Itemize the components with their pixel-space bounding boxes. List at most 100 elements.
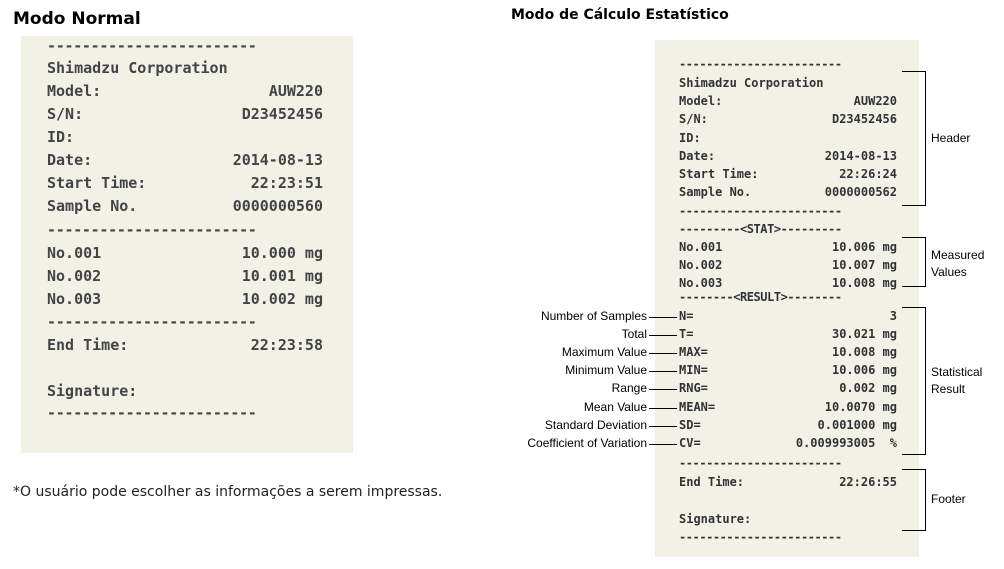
result-value: 10.008 mg (831, 345, 897, 359)
measurement-value: 10.002 mg (241, 290, 323, 308)
divider: ------------------------ (47, 404, 257, 422)
start-time-label: Start Time: (679, 167, 759, 181)
company-name: Shimadzu Corporation (47, 59, 228, 77)
divider: ------------------------ (47, 221, 257, 239)
annotation-range: Range (611, 381, 647, 395)
result-value: 3 (889, 309, 897, 323)
end-time-label: End Time: (47, 336, 129, 354)
annotation-leader (649, 317, 677, 318)
annotation-mean: Mean Value (583, 400, 647, 414)
normal-mode-heading: Modo Normal (13, 9, 141, 29)
result-code: SD= (679, 418, 701, 432)
result-code: MEAN= (679, 400, 716, 414)
date-value: 2014-08-13 (232, 151, 323, 169)
annotation-leader (649, 408, 677, 409)
sn-value: D23452456 (241, 105, 323, 123)
start-time-value: 22:26:24 (839, 167, 897, 181)
end-time-value: 22:26:55 (839, 475, 897, 489)
bracket-label-line: Measured (931, 248, 985, 262)
model-label: Model: (679, 94, 723, 108)
sample-no-value: 0000000562 (824, 185, 897, 199)
annotation-leader (649, 444, 677, 445)
annotation-leader (649, 335, 677, 336)
sample-no-label: Sample No. (679, 185, 752, 199)
statistical-result-bracket (902, 307, 926, 455)
signature-label: Signature: (679, 512, 752, 526)
footer-bracket-label: Footer (931, 492, 966, 506)
footer-bracket (902, 469, 926, 531)
divider: ------------------------ (679, 530, 842, 544)
result-value: 30.021 mg (831, 327, 897, 341)
result-value: 0.009993005 % (795, 436, 897, 450)
measurement-value: 10.008 mg (831, 276, 897, 290)
annotation-leader (649, 371, 677, 372)
start-time-value: 22:23:51 (250, 174, 323, 192)
measured-values-bracket-label: Measured Values (931, 247, 984, 281)
annotation-leader (649, 389, 677, 390)
bracket-label-line: Result (931, 381, 966, 396)
company-name: Shimadzu Corporation (679, 76, 824, 90)
result-code: MAX= (679, 345, 708, 359)
bracket-label-line: Statistical (931, 365, 983, 379)
result-code: N= (679, 309, 694, 323)
statistical-mode-printout: ------------------------ Shimadzu Corpor… (655, 40, 919, 557)
statistical-result-bracket-label: Statistical Result (931, 364, 982, 398)
sn-label: S/N: (679, 112, 708, 126)
result-value: 0.001000 mg (817, 418, 897, 432)
model-value: AUW220 (853, 94, 897, 108)
annotation-std-dev: Standard Deviation (544, 418, 647, 432)
statistical-mode-heading: Modo de Cálculo Estatístico (511, 7, 729, 23)
result-code: MIN= (679, 363, 708, 377)
annotation-total: Total (621, 327, 647, 341)
measurement-value: 10.001 mg (241, 267, 323, 285)
header-bracket-label: Header (931, 131, 971, 145)
result-value: 10.006 mg (831, 363, 897, 377)
annotation-minimum: Minimum Value (565, 363, 647, 377)
measurement-label: No.003 (679, 276, 723, 290)
id-label: ID: (679, 131, 701, 145)
result-value: 10.0070 mg (824, 400, 897, 414)
header-bracket (902, 71, 926, 206)
date-value: 2014-08-13 (824, 149, 897, 163)
id-label: ID: (47, 128, 75, 146)
result-divider: --------<RESULT>-------- (679, 290, 842, 304)
signature-label: Signature: (47, 382, 138, 400)
measurement-label: No.001 (679, 240, 723, 254)
model-label: Model: (47, 82, 102, 100)
sample-no-label: Sample No. (47, 197, 138, 215)
start-time-label: Start Time: (47, 174, 147, 192)
measurement-value: 10.006 mg (831, 240, 897, 254)
normal-mode-printout: ------------------------ Shimadzu Corpor… (21, 36, 353, 453)
measurement-value: 10.007 mg (831, 258, 897, 272)
end-time-value: 22:23:58 (250, 336, 323, 354)
annotation-leader (649, 426, 677, 427)
result-value: 0.002 mg (839, 381, 897, 395)
measurement-label: No.002 (679, 258, 723, 272)
measurement-value: 10.000 mg (241, 244, 323, 262)
annotation-cv: Coefficient of Variation (527, 436, 647, 450)
measurement-label: No.001 (47, 244, 102, 262)
stat-divider: ---------<STAT>--------- (679, 222, 842, 236)
annotation-leader (649, 353, 677, 354)
divider: ------------------------ (679, 204, 842, 218)
divider: ------------------------ (47, 37, 257, 55)
end-time-label: End Time: (679, 475, 745, 489)
measurement-label: No.002 (47, 267, 102, 285)
sample-no-value: 0000000560 (232, 197, 323, 215)
bracket-label-line: Values (931, 264, 967, 279)
measurement-label: No.003 (47, 290, 102, 308)
date-label: Date: (679, 149, 716, 163)
divider: ------------------------ (679, 456, 842, 470)
result-code: T= (679, 327, 694, 341)
print-options-note: *O usuário pode escolher as informações … (13, 484, 443, 500)
result-code: RNG= (679, 381, 708, 395)
result-code: CV= (679, 436, 701, 450)
annotation-maximum: Maximum Value (561, 345, 647, 359)
annotation-number-of-samples: Number of Samples (540, 309, 647, 323)
divider: ------------------------ (679, 57, 842, 71)
model-value: AUW220 (268, 82, 323, 100)
date-label: Date: (47, 151, 93, 169)
sn-label: S/N: (47, 105, 84, 123)
measured-values-bracket (902, 237, 926, 287)
divider: ------------------------ (47, 313, 257, 331)
